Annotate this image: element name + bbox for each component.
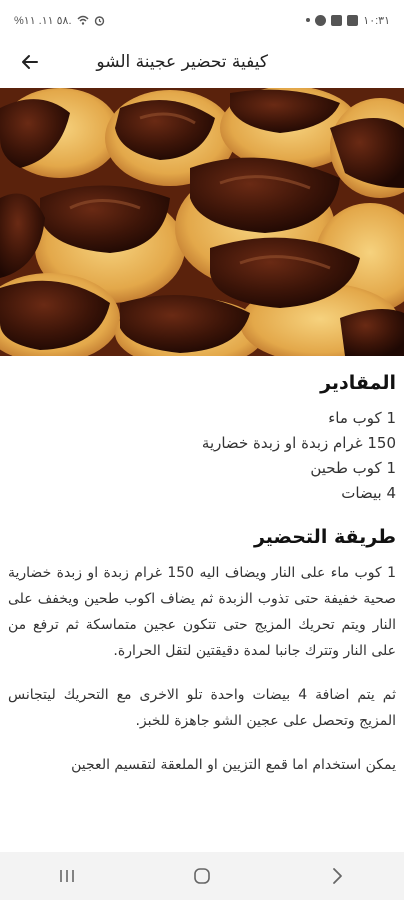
alarm-icon [94,15,104,26]
method-step: 1 كوب ماء على النار ويضاف اليه 150 غرام … [8,565,396,659]
status-left: %٥٨ ١١. ١١. [14,14,105,27]
method-heading: طريقة التحضير [253,526,396,548]
ingredient-item: 4 بيضات [341,484,396,502]
back-button[interactable] [18,50,42,74]
arrow-left-icon [22,55,38,69]
back-nav-button[interactable] [317,856,357,896]
status-right: ١٠:٣١ [306,14,390,27]
recent-apps-icon [60,870,75,882]
facebook-icon [315,14,327,26]
home-icon [194,868,210,884]
ingredient-item: 1 كوب ماء [328,409,396,427]
dot-icon [306,18,311,22]
ingredients-heading: المقادير [320,372,396,394]
recipe-image [0,88,404,356]
choux-pastry-photo [0,88,404,356]
status-left-text: %٥٨ ١١. ١١. [14,14,72,27]
method-step: يمكن استخدام اما قمع التزيين او الملعقة … [71,757,396,773]
method-step: ثم يتم اضافة 4 بيضات واحدة تلو الاخرى مع… [8,687,397,729]
home-button[interactable] [182,856,222,896]
status-time: ١٠:٣١ [363,14,390,27]
wifi-icon [76,15,89,25]
ingredients-list: 1 كوب ماء 150 غرام زبدة او زبدة خضارية 1… [8,406,396,506]
youtube-icon [331,14,343,26]
recipe-content: المقادير 1 كوب ماء 150 غرام زبدة او زبدة… [0,360,404,796]
page-title: كيفية تحضير عجينة الشو [96,52,268,72]
ingredient-item: 1 كوب طحين [310,459,396,477]
recent-apps-button[interactable] [47,856,87,896]
system-nav-bar [0,852,404,900]
app-bar: كيفية تحضير عجينة الشو [0,40,404,84]
gallery-icon [347,14,359,26]
status-bar: %٥٨ ١١. ١١. ١٠:٣١ [0,0,404,40]
chevron-right-icon [332,868,342,884]
ingredient-item: 150 غرام زبدة او زبدة خضارية [201,434,396,452]
method-steps: 1 كوب ماء على النار ويضاف اليه 150 غرام … [8,560,396,778]
